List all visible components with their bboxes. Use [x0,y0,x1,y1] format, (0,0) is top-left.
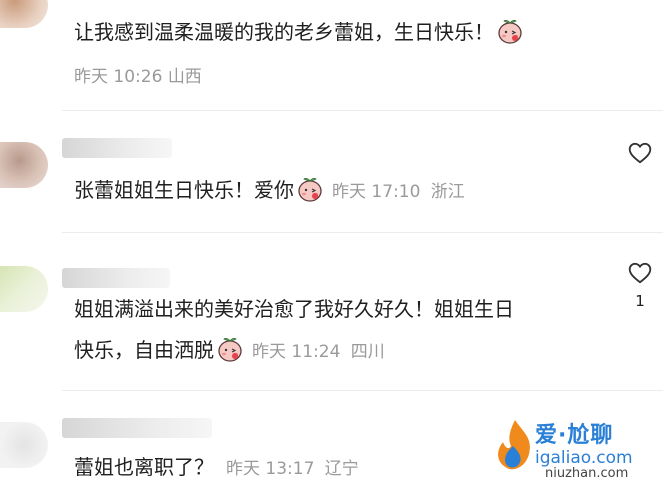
flame-logo-icon [498,420,530,470]
comment-text: 让我感到温柔温暖的我的老乡蕾姐，生日快乐！ [74,15,526,50]
peach-face-emoji-icon [216,335,244,363]
like-button[interactable]: 1 [625,260,655,310]
comment-text-content: 让我感到温柔温暖的我的老乡蕾姐，生日快乐！ [74,20,494,44]
heart-outline-icon [627,140,653,166]
comment-location: 山西 [167,67,202,87]
username-blurred[interactable] [62,138,172,158]
avatar[interactable] [0,422,48,468]
heart-outline-icon [627,260,653,286]
like-button[interactable] [625,140,655,170]
comment-text-content: 蕾姐也离职了？ [74,455,214,479]
comment-meta: 昨天 10:26 山西 [74,62,202,87]
comment-time: 昨天 10:26 [74,67,163,87]
comment-2: 张蕾姐姐生日快乐！爱你 昨天 17:10 浙江 [0,110,663,232]
comment-location: 浙江 [430,182,465,202]
comment-text: 快乐，自由洒脱 昨天 11:24 四川 [74,333,385,370]
comment-1: 让我感到温柔温暖的我的老乡蕾姐，生日快乐！ 昨天 10:26 山西 [0,0,663,110]
username-blurred[interactable] [62,268,170,288]
comment-text-line2: 快乐，自由洒脱 [74,338,214,362]
comment-time: 昨天 13:17 [226,459,315,479]
comment-text: 蕾姐也离职了？ 昨天 13:17 辽宁 [74,450,359,487]
comment-3: 姐姐满溢出来的美好治愈了我好久好久！姐姐生日 快乐，自由洒脱 昨天 11:24 四… [0,232,663,390]
peach-face-emoji-icon [496,17,524,45]
watermark: 爱·尬聊 igaliao.com niuzhan.com [485,400,663,485]
like-count: 1 [635,292,645,310]
comment-time: 昨天 11:24 [252,342,341,362]
comment-time: 昨天 17:10 [332,182,421,202]
comment-text-line1: 姐姐满溢出来的美好治愈了我好久好久！姐姐生日 [74,297,514,321]
comment-text: 张蕾姐姐生日快乐！爱你 昨天 17:10 浙江 [74,173,465,210]
watermark-title: 爱·尬聊 [535,423,614,448]
peach-face-emoji-icon [296,175,324,203]
comment-location: 四川 [350,342,385,362]
username-blurred[interactable] [62,418,212,438]
comment-text: 姐姐满溢出来的美好治愈了我好久好久！姐姐生日 [74,292,514,327]
comment-text-content: 张蕾姐姐生日快乐！爱你 [74,178,294,202]
watermark-url: igaliao.com [535,448,633,468]
watermark-footer: niuzhan.com [545,466,629,481]
avatar[interactable] [0,266,48,312]
avatar[interactable] [0,0,48,28]
comment-location: 辽宁 [324,459,359,479]
avatar[interactable] [0,142,48,188]
